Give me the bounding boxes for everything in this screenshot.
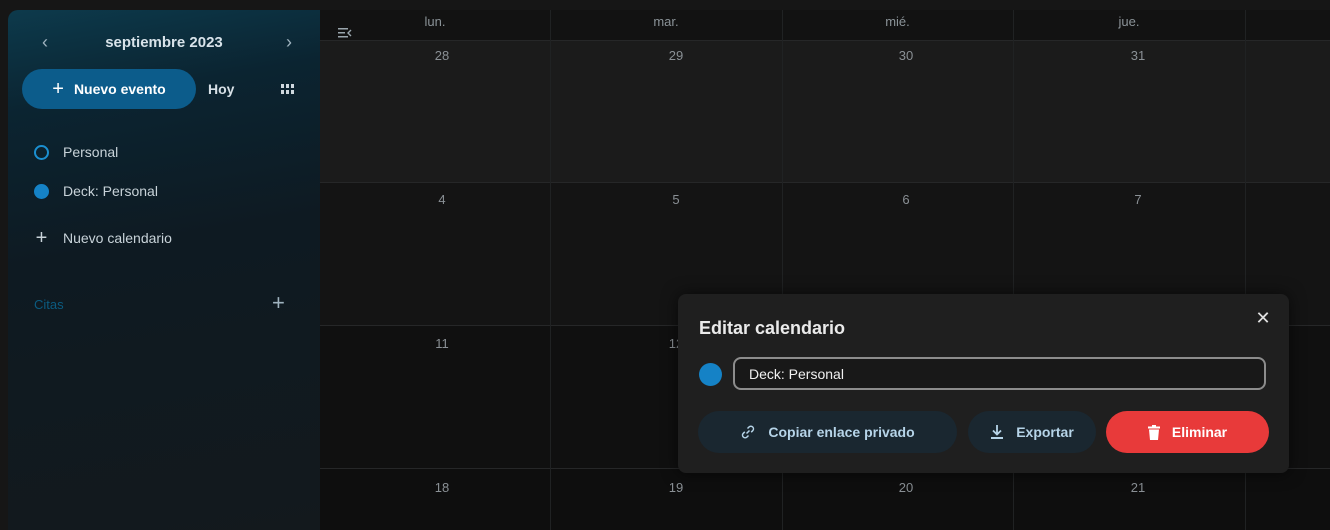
calendar-color-dot[interactable] bbox=[34, 183, 49, 199]
day-number[interactable]: 31 bbox=[1118, 48, 1158, 63]
export-label: Exportar bbox=[1016, 424, 1074, 440]
calendar-item-personal[interactable]: Personal bbox=[34, 141, 118, 163]
day-number[interactable]: 21 bbox=[1118, 480, 1158, 495]
day-number[interactable]: 30 bbox=[886, 48, 926, 63]
section-heading-citas: Citas bbox=[34, 297, 64, 312]
day-number[interactable]: 18 bbox=[422, 480, 462, 495]
calendar-item-deck-personal[interactable]: Deck: Personal bbox=[34, 180, 158, 202]
calendar-color-picker[interactable] bbox=[699, 363, 722, 386]
download-icon bbox=[990, 424, 1004, 440]
day-number[interactable]: 28 bbox=[422, 48, 462, 63]
link-icon bbox=[740, 424, 756, 440]
day-header: mar. bbox=[653, 14, 679, 29]
day-header: lun. bbox=[424, 14, 446, 29]
add-appointment-icon[interactable]: + bbox=[272, 290, 285, 316]
new-calendar-label: Nuevo calendario bbox=[63, 230, 172, 246]
chevron-right-icon[interactable]: › bbox=[276, 30, 302, 56]
day-header: jue. bbox=[1118, 14, 1140, 29]
calendar-name-input[interactable] bbox=[733, 357, 1266, 390]
plus-icon: + bbox=[52, 78, 64, 100]
divider bbox=[550, 10, 551, 530]
edit-calendar-dialog: Editar calendario ✕ Copiar enlace privad… bbox=[678, 294, 1289, 473]
week-row bbox=[320, 468, 1330, 530]
calendar-item-label: Deck: Personal bbox=[63, 183, 158, 199]
export-button[interactable]: Exportar bbox=[968, 411, 1096, 453]
plus-icon: + bbox=[35, 226, 48, 249]
trash-icon bbox=[1147, 424, 1160, 440]
day-number[interactable]: 19 bbox=[656, 480, 696, 495]
copy-private-link-button[interactable]: Copiar enlace privado bbox=[698, 411, 957, 453]
calendar-item-label: Personal bbox=[63, 144, 119, 160]
close-icon[interactable]: ✕ bbox=[1252, 308, 1274, 329]
today-button[interactable]: Hoy bbox=[208, 81, 234, 97]
sidebar: ‹ septiembre 2023 › + Nuevo evento Hoy P… bbox=[8, 10, 320, 530]
dialog-title: Editar calendario bbox=[699, 318, 846, 338]
day-number[interactable]: 4 bbox=[422, 192, 462, 207]
day-number[interactable]: 7 bbox=[1118, 192, 1158, 207]
week-row bbox=[320, 40, 1330, 182]
copy-private-link-label: Copiar enlace privado bbox=[768, 424, 915, 440]
divider bbox=[320, 40, 1330, 41]
day-number[interactable]: 20 bbox=[886, 480, 926, 495]
calendar-color-dot[interactable] bbox=[34, 144, 49, 160]
day-number[interactable]: 29 bbox=[656, 48, 696, 63]
new-event-button[interactable]: + Nuevo evento bbox=[22, 69, 196, 109]
divider bbox=[320, 182, 1330, 183]
new-event-label: Nuevo evento bbox=[73, 81, 166, 97]
day-number[interactable]: 11 bbox=[422, 336, 462, 351]
new-calendar-button[interactable]: + Nuevo calendario bbox=[34, 227, 172, 249]
month-navigation: ‹ septiembre 2023 › bbox=[8, 30, 320, 56]
month-label: septiembre 2023 bbox=[105, 34, 223, 51]
delete-label: Eliminar bbox=[1171, 424, 1228, 440]
day-header: mié. bbox=[885, 14, 910, 29]
toggle-sidebar-icon[interactable] bbox=[338, 26, 352, 42]
view-grid-icon[interactable] bbox=[276, 78, 298, 100]
delete-button[interactable]: Eliminar bbox=[1106, 411, 1269, 453]
day-number[interactable]: 6 bbox=[886, 192, 926, 207]
day-number[interactable]: 5 bbox=[656, 192, 696, 207]
